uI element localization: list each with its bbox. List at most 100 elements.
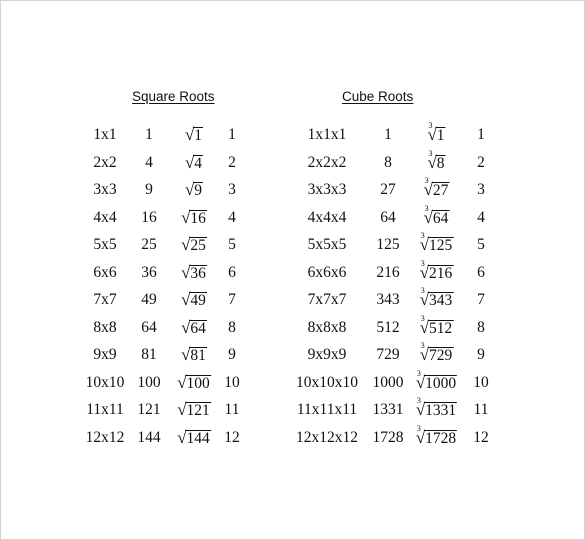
- radical-expression: √ 36: [181, 263, 207, 282]
- radical-expression: √ 1: [185, 126, 204, 144]
- expression: 4x4x4: [307, 208, 347, 226]
- expression: 8x8: [93, 318, 117, 336]
- root-value: 6: [477, 263, 485, 281]
- radical-expression: 3 √ 1331: [416, 396, 458, 419]
- expression: 9x9x9: [307, 346, 347, 363]
- root-index: 3: [420, 313, 425, 323]
- expression: 2x2: [93, 153, 117, 171]
- radicand: 1000: [424, 374, 458, 392]
- root-index: 3: [428, 148, 433, 158]
- root-index: 3: [420, 286, 425, 295]
- product-value: 8: [384, 153, 392, 171]
- product-value: 144: [137, 428, 161, 446]
- radicand: 125: [428, 237, 454, 254]
- root-value: 1: [477, 126, 485, 143]
- radicand: 729: [428, 347, 454, 364]
- root-value: 2: [477, 153, 485, 171]
- radical-expression: 3 √ 1728: [416, 424, 458, 447]
- product-value: 343: [376, 291, 400, 308]
- radical-expression: √ 4: [185, 153, 204, 172]
- cube-roots-title: Cube Roots: [342, 89, 414, 104]
- root-value: 8: [477, 318, 485, 336]
- root-value: 7: [228, 291, 236, 308]
- product-value: 49: [141, 291, 157, 308]
- expression: 10x10x10: [296, 373, 358, 391]
- root-value: 1: [228, 126, 236, 143]
- root-index: 3: [416, 368, 421, 378]
- expression: 6x6: [93, 263, 117, 281]
- radicand: 343: [428, 292, 454, 309]
- radical-expression: 3 √ 27: [424, 176, 450, 199]
- root-value: 11: [224, 401, 240, 418]
- product-value: 512: [376, 318, 400, 336]
- root-value: 2: [228, 153, 236, 171]
- root-value: 6: [228, 263, 236, 281]
- expression: 5x5x5: [307, 236, 347, 253]
- root-index: 3: [416, 423, 421, 433]
- radicand: 144: [185, 429, 211, 447]
- product-value: 1: [384, 126, 392, 143]
- radicand: 49: [189, 292, 207, 309]
- root-value: 7: [477, 291, 485, 308]
- root-value: 11: [473, 401, 489, 418]
- root-value: 12: [473, 428, 489, 446]
- expression: 11x11x11: [296, 401, 358, 418]
- product-value: 125: [376, 236, 400, 253]
- radical-expression: √ 81: [181, 346, 207, 364]
- radicand: 27: [431, 182, 450, 199]
- radical-expression: √ 64: [181, 318, 207, 337]
- root-value: 8: [228, 318, 236, 336]
- product-value: 4: [145, 153, 153, 171]
- product-value: 1331: [372, 401, 404, 418]
- product-value: 121: [137, 401, 161, 418]
- radicand: 25: [189, 237, 207, 254]
- radicand: 8: [435, 154, 446, 172]
- radicand: 121: [185, 402, 211, 419]
- product-value: 1000: [372, 373, 404, 391]
- radicand: 1: [193, 127, 204, 144]
- radical-expression: 3 √ 216: [420, 259, 454, 282]
- radical-expression: √ 25: [181, 236, 207, 254]
- product-value: 25: [141, 236, 157, 253]
- radicand: 512: [428, 319, 454, 337]
- expression: 10x10: [85, 373, 125, 391]
- expression: 12x12x12: [296, 428, 358, 446]
- radicand: 9: [193, 182, 204, 199]
- product-value: 64: [141, 318, 157, 336]
- product-value: 216: [376, 263, 400, 281]
- root-index: 3: [424, 176, 429, 185]
- root-index: 3: [428, 121, 433, 130]
- document-page: Square Roots Cube Roots 1x1 1 √ 1 1 2x2 4 √ 4 2 3x…: [0, 0, 585, 540]
- root-value: 10: [224, 373, 240, 391]
- radicand: 216: [428, 264, 454, 282]
- radicand: 4: [193, 154, 204, 172]
- root-value: 3: [228, 181, 236, 198]
- root-value: 5: [228, 236, 236, 253]
- root-value: 4: [477, 208, 485, 226]
- expression: 3x3x3: [307, 181, 347, 198]
- radical-expression: 3 √ 729: [420, 341, 454, 364]
- expression: 3x3: [93, 181, 117, 198]
- radicand: 100: [185, 374, 211, 392]
- root-value: 10: [473, 373, 489, 391]
- radicand: 1331: [424, 402, 458, 419]
- product-value: 81: [141, 346, 157, 363]
- root-value: 9: [228, 346, 236, 363]
- radicand: 1: [435, 127, 446, 144]
- expression: 12x12: [85, 428, 125, 446]
- radical-expression: √ 9: [185, 181, 204, 199]
- root-value: 9: [477, 346, 485, 363]
- product-value: 64: [380, 208, 396, 226]
- radicand: 64: [431, 209, 450, 227]
- product-value: 27: [380, 181, 396, 198]
- expression: 1x1x1: [307, 126, 347, 143]
- root-index: 3: [420, 231, 425, 240]
- radical-expression: √ 144: [177, 428, 211, 447]
- expression: 4x4: [93, 208, 117, 226]
- radicand: 64: [189, 319, 207, 337]
- product-value: 1: [145, 126, 153, 143]
- root-index: 3: [424, 203, 429, 213]
- expression: 2x2x2: [307, 153, 347, 171]
- product-value: 36: [141, 263, 157, 281]
- radical-expression: √ 49: [181, 291, 207, 309]
